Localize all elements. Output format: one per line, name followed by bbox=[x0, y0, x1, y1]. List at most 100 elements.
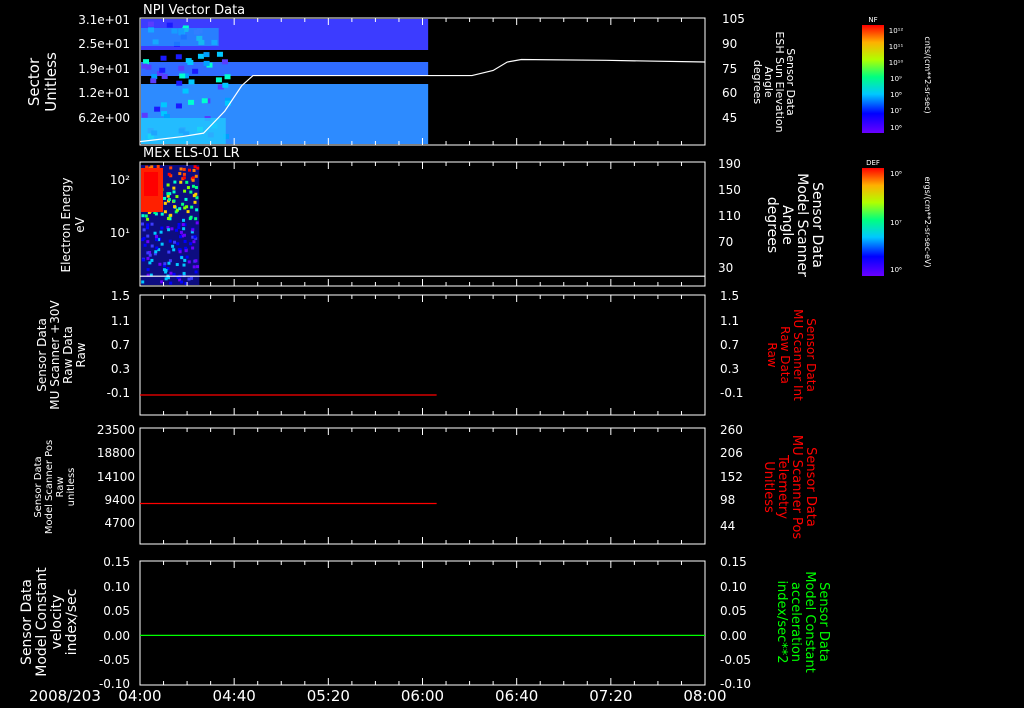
heatmap-cell bbox=[189, 190, 193, 194]
heatmap-cell bbox=[215, 77, 222, 83]
panel4-right-tick: 206 bbox=[720, 446, 743, 460]
heatmap-cell bbox=[196, 166, 200, 170]
colorbar-tick: 10⁹ bbox=[890, 75, 902, 83]
panel4-right-label-line: MU Scanner Pos bbox=[789, 435, 804, 540]
panel2-right-label: Sensor Data Model Scanner Angle degrees bbox=[764, 173, 825, 277]
panel4-right-label-line: Sensor Data bbox=[803, 447, 818, 527]
heatmap-cell bbox=[191, 228, 195, 232]
heatmap-cell bbox=[150, 222, 154, 226]
heatmap-cell bbox=[166, 22, 173, 28]
panel4-frame bbox=[139, 427, 706, 545]
panel2-heatmap bbox=[141, 165, 200, 285]
heatmap-cell bbox=[222, 82, 229, 88]
heatmap-cell bbox=[195, 208, 199, 212]
colorbar-tick: 10¹⁰ bbox=[889, 59, 904, 67]
heatmap-cell bbox=[145, 64, 152, 70]
heatmap-cell bbox=[160, 55, 167, 61]
panel4-left-label-line: Model Scanner Pos bbox=[44, 440, 55, 534]
heatmap-cell bbox=[148, 261, 152, 265]
heatmap-cell bbox=[188, 99, 195, 105]
panel4-ticks bbox=[139, 428, 706, 544]
panel5-left-label-line: Sensor Data bbox=[19, 579, 35, 665]
panel2-right-label-line: Angle bbox=[779, 205, 795, 245]
panel1-right-label: Sensor Data ESH Sun Elevation Angle degr… bbox=[751, 31, 797, 132]
heatmap-cell bbox=[191, 246, 195, 250]
heatmap-cell bbox=[221, 59, 228, 65]
heatmap-cell bbox=[159, 67, 166, 73]
time-tick-labels: 04:00 04:40 05:20 06:00 06:40 07:20 08:00 bbox=[118, 687, 726, 705]
panel4-left-label-line: Raw bbox=[55, 476, 66, 497]
heatmap-cell bbox=[192, 168, 196, 172]
heatmap-cell bbox=[173, 180, 177, 184]
heatmap-cell bbox=[194, 259, 198, 263]
heatmap-cell bbox=[190, 276, 194, 280]
heatmap-cell bbox=[175, 195, 179, 199]
panel5-left-tick: 0.00 bbox=[103, 629, 130, 643]
heatmap-cell bbox=[172, 186, 176, 190]
heatmap-cell bbox=[160, 212, 164, 216]
heatmap-cell bbox=[172, 248, 176, 252]
panel1-right-tick: 90 bbox=[722, 37, 737, 51]
panel1-right-tick: 75 bbox=[722, 62, 737, 76]
heatmap-cell bbox=[143, 243, 147, 247]
heatmap-cell bbox=[146, 234, 150, 238]
heatmap-cell bbox=[174, 228, 178, 232]
heatmap-cell bbox=[154, 106, 161, 112]
time-tick-label: 06:00 bbox=[401, 687, 444, 705]
time-tick-label: 04:40 bbox=[213, 687, 256, 705]
heatmap-cell bbox=[201, 98, 208, 104]
panel5-right-label-line: index/sec**2 bbox=[774, 580, 789, 663]
heatmap-cell bbox=[188, 79, 195, 85]
heatmap-cell bbox=[194, 174, 198, 178]
panel2-frame bbox=[139, 161, 706, 287]
heatmap-cell bbox=[146, 268, 150, 272]
panel5-right-tick: -0.05 bbox=[720, 653, 751, 667]
heatmap-cell bbox=[148, 253, 152, 257]
heatmap-cell bbox=[192, 68, 199, 74]
heatmap-cell bbox=[180, 256, 184, 260]
panel4-left-tick: 9400 bbox=[104, 493, 135, 507]
heatmap-cell bbox=[146, 256, 150, 260]
panel3-right-tick: 1.5 bbox=[720, 289, 739, 303]
heatmap-cell bbox=[179, 180, 183, 184]
panel2-left-label: Electron Energy eV bbox=[59, 177, 87, 272]
panel3-right-label-line: Raw bbox=[765, 342, 779, 367]
panel3-left-tick: 0.7 bbox=[111, 338, 130, 352]
heatmap-cell bbox=[182, 271, 186, 275]
panel3-right-label-line: Raw Data bbox=[778, 326, 792, 384]
panel2-right-tick: 30 bbox=[718, 261, 733, 275]
heatmap-cell bbox=[173, 240, 177, 244]
heatmap-cell bbox=[141, 214, 145, 218]
panel3-left-tick: 1.5 bbox=[111, 289, 130, 303]
heatmap-cell bbox=[150, 244, 154, 248]
panel4-right-label-line: Unitless bbox=[761, 461, 776, 513]
time-axis: 2008/203 04:00 04:40 05:20 06:00 06:40 07:20 0… bbox=[29, 687, 727, 705]
panel3-frame bbox=[139, 294, 706, 416]
panel1-colorbar-unit: cnts/(cm**2-sr-sec) bbox=[923, 36, 932, 113]
heatmap-cell bbox=[188, 168, 192, 172]
heatmap-cell bbox=[167, 172, 171, 176]
heatmap-cell bbox=[154, 250, 158, 254]
heatmap-cell bbox=[169, 213, 173, 217]
heatmap-cell bbox=[178, 235, 182, 239]
panel3-right-label-line: Sensor Data bbox=[804, 318, 818, 392]
panel1-colorbar-label: NF bbox=[868, 16, 877, 24]
panel1-left-tick: 6.2e+00 bbox=[78, 111, 130, 125]
panel2-right-tick: 70 bbox=[718, 235, 733, 249]
panel2-left-tick: 10¹ bbox=[110, 226, 130, 240]
heatmap-cell bbox=[179, 230, 183, 234]
heatmap-cell bbox=[141, 28, 219, 46]
heatmap-cell bbox=[183, 239, 187, 243]
panel1-right-tick: 105 bbox=[722, 12, 745, 26]
panel-mu-scanner-raw: 1.5 1.1 0.7 0.3 -0.1 1.5 1.1 0.7 0.3 -0.… bbox=[35, 289, 818, 416]
panel3-left-label-line: Raw bbox=[74, 342, 88, 367]
panel3-right-tick: 0.3 bbox=[720, 362, 739, 376]
heatmap-cell bbox=[160, 280, 164, 284]
heatmap-cell bbox=[163, 201, 167, 205]
heatmap-cell bbox=[182, 233, 186, 237]
heatmap-cell bbox=[141, 222, 145, 226]
time-tick-label: 07:20 bbox=[589, 687, 632, 705]
heatmap-cell bbox=[216, 51, 223, 57]
heatmap-cell bbox=[159, 230, 163, 234]
heatmap-cell bbox=[141, 112, 148, 118]
